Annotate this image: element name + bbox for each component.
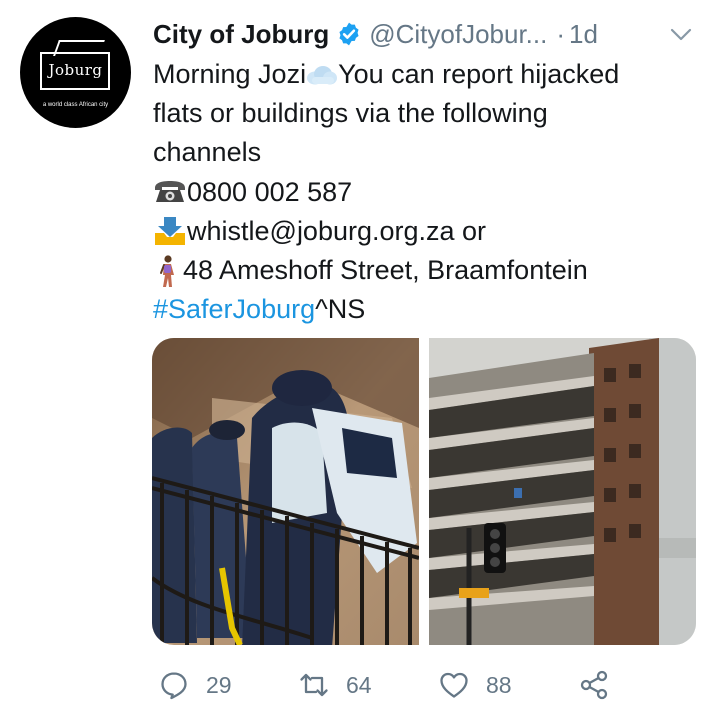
chevron-down-icon[interactable]: [668, 22, 694, 46]
whistle-email: whistle@joburg.org.za or: [187, 215, 487, 246]
hashtag-link[interactable]: #SaferJoburg: [153, 290, 315, 329]
avatar-tagline: a world class African city: [42, 102, 109, 108]
author-initials: ^NS: [315, 294, 366, 325]
telephone-emoji-icon: [155, 181, 185, 203]
profile-avatar[interactable]: Joburg a world class African city: [20, 17, 131, 128]
tweet-line-2: flats or buildings via the following: [153, 94, 693, 133]
inbox-tray-emoji-icon: [155, 217, 185, 246]
media-photo-officers-stairwell[interactable]: [152, 338, 419, 645]
tweet-media[interactable]: [152, 338, 696, 645]
account-name[interactable]: City of Joburg: [153, 19, 329, 50]
media-photo-hijacked-building[interactable]: [429, 338, 696, 645]
like-count: 88: [486, 671, 512, 698]
cloud-emoji-icon: [307, 65, 338, 85]
reply-count: 29: [206, 671, 232, 698]
tweet-line-3: channels: [153, 133, 693, 172]
tweet-line-7: #SaferJoburg ^NS: [153, 290, 693, 329]
reply-icon: [161, 672, 187, 700]
tweet-text-greeting: Morning Jozi: [153, 59, 307, 89]
tweet-body: Morning Jozi You can report hijacked fla…: [153, 55, 693, 329]
tweet-line-1: Morning Jozi You can report hijacked: [153, 55, 693, 94]
tweet-timestamp[interactable]: 1d: [569, 19, 598, 50]
retweet-count: 64: [346, 671, 372, 698]
retweet-button[interactable]: 64: [298, 664, 372, 706]
avatar-logo-text: Joburg: [48, 61, 103, 79]
share-icon: [580, 670, 608, 700]
retweet-icon: [300, 673, 328, 697]
account-handle[interactable]: @CityofJobur...: [369, 19, 547, 50]
office-address: 48 Ameshoff Street, Braamfontein: [183, 254, 588, 285]
tweet-header: City of Joburg @CityofJobur... · 1d: [153, 16, 694, 52]
tweet-line-5: whistle@joburg.org.za or: [153, 212, 693, 251]
tweet-line-6: 48 Ameshoff Street, Braamfontein: [153, 251, 693, 290]
separator-dot: ·: [556, 18, 566, 49]
like-button[interactable]: 88: [438, 664, 512, 706]
tweet-text-line3: channels: [153, 137, 262, 168]
verified-badge-icon: [336, 21, 362, 47]
tweet-line-4: 0800 002 587: [153, 173, 693, 212]
woman-walking-emoji-icon: [160, 254, 174, 287]
heart-icon: [440, 672, 468, 698]
phone-number: 0800 002 587: [187, 176, 353, 207]
tweet-text-intro: You can report hijacked: [338, 59, 620, 89]
reply-button[interactable]: 29: [158, 664, 232, 706]
share-button[interactable]: [578, 664, 626, 706]
tweet-text-line2: flats or buildings via the following: [153, 98, 548, 129]
tweet-actions: 29 64 88: [158, 664, 628, 706]
